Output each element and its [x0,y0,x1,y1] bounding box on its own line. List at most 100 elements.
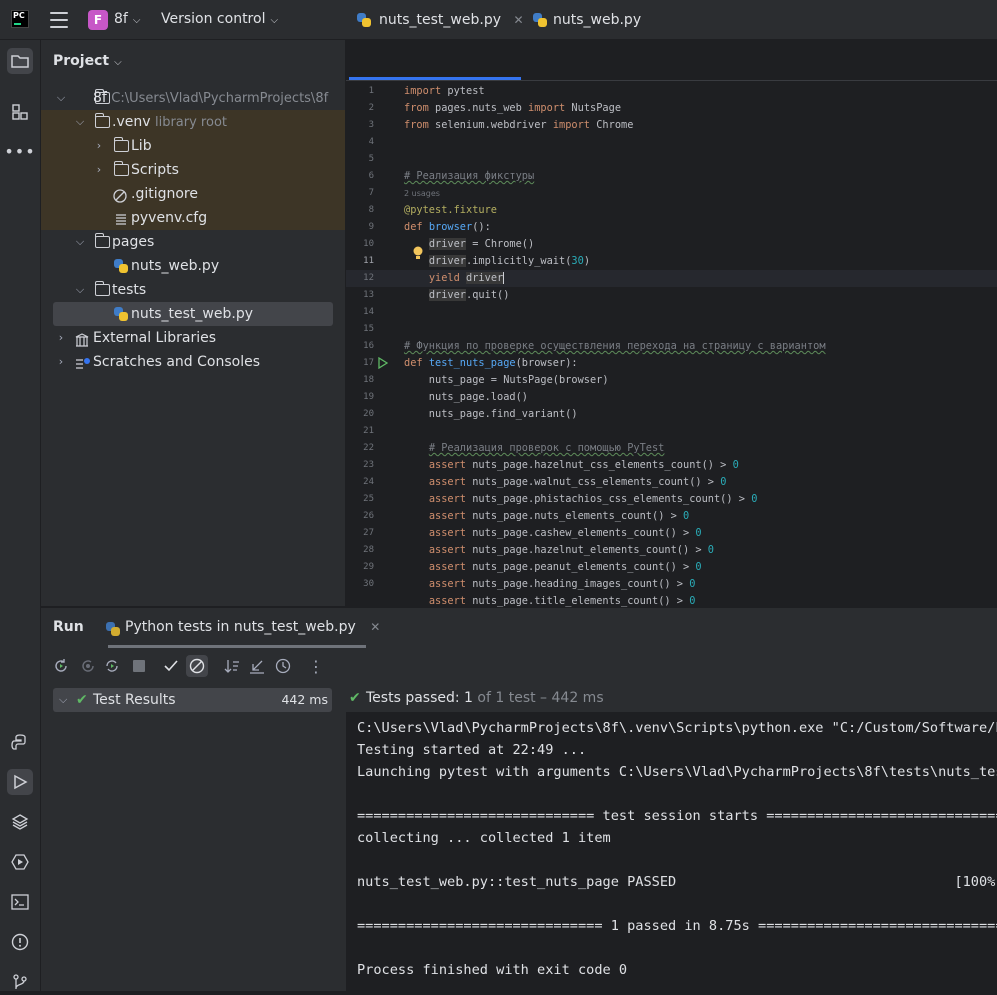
code-line-1[interactable]: import pytest [404,85,485,97]
tree-item-venv[interactable]: ⌵ .venv library root [41,110,345,134]
line-number[interactable]: 30 [346,579,374,589]
code-line-assert[interactable]: assert nuts_page.nuts_elements_count() >… [404,510,689,522]
tree-item-nuts-test-web[interactable]: nuts_test_web.py [41,302,345,326]
line-number[interactable]: 17 [346,358,374,368]
line-number[interactable]: 26 [346,511,374,521]
layers-icon[interactable] [7,809,33,835]
code-line-21[interactable]: # Реализация проверок с помощью PyTest [404,442,665,454]
line-number[interactable]: 10 [346,239,374,249]
show-passed-icon[interactable] [160,655,182,677]
line-number[interactable]: 22 [346,443,374,453]
line-number[interactable]: 9 [346,222,374,232]
project-badge[interactable]: F [88,10,108,30]
project-panel-title[interactable]: Project ⌵ [53,53,122,69]
chevron-right-icon[interactable]: › [55,326,67,350]
code-line-3[interactable]: from selenium.webdriver import Chrome [404,119,633,131]
line-number[interactable]: 21 [346,426,374,436]
toggle-auto-test-icon[interactable] [101,655,123,677]
tree-item-tests[interactable]: ⌵ tests [41,278,345,302]
code-line-assert[interactable]: assert nuts_page.peanut_elements_count()… [404,561,702,573]
code-line-6[interactable]: # Реализация фикстуры [404,170,534,182]
version-control-menu[interactable]: Version control ⌵ [161,11,278,27]
tree-item-gitignore[interactable]: .gitignore [41,182,345,206]
code-line-19[interactable]: nuts_page.find_variant() [404,408,578,420]
line-number[interactable]: 4 [346,137,374,147]
chevron-down-icon[interactable]: ⌵ [74,230,86,254]
tree-item-scripts[interactable]: › Scripts [41,158,345,182]
code-line-7[interactable]: @pytest.fixture [404,204,497,216]
code-line-assert[interactable]: assert nuts_page.hazelnut_elements_count… [404,544,714,556]
rerun-icon[interactable] [50,655,72,677]
sort-icon[interactable] [221,655,243,677]
line-number[interactable]: 14 [346,307,374,317]
tree-item-external-libraries[interactable]: › External Libraries [41,326,345,350]
chevron-right-icon[interactable]: › [93,134,105,158]
code-line-assert[interactable]: assert nuts_page.walnut_css_elements_cou… [404,476,727,488]
line-number[interactable]: 27 [346,528,374,538]
line-number[interactable]: 18 [346,375,374,385]
line-number[interactable]: 28 [346,545,374,555]
line-number[interactable]: 7 [346,188,374,198]
chevron-right-icon[interactable]: › [55,350,67,374]
code-line-2[interactable]: from pages.nuts_web import NutsPage [404,102,621,114]
more-tools-icon[interactable]: ••• [4,138,34,164]
test-history-icon[interactable] [272,655,294,677]
main-menu-icon[interactable] [50,12,68,28]
line-number[interactable]: 1 [346,86,374,96]
code-line-11[interactable]: yield driver [404,272,505,284]
run-panel-title[interactable]: Run [53,619,84,635]
pycharm-logo-icon[interactable]: PC [11,10,29,28]
project-folder-icon[interactable] [7,48,33,74]
code-line-assert[interactable]: assert nuts_page.phistachios_css_element… [404,493,758,505]
services-icon[interactable] [7,849,33,875]
code-line-12[interactable]: driver.quit() [404,289,509,301]
code-line-17[interactable]: nuts_page = NutsPage(browser) [404,374,609,386]
test-results-row[interactable]: ⌵ ✔ Test Results 442 ms [53,688,332,712]
close-icon[interactable]: ✕ [370,620,380,634]
code-line-assert[interactable]: assert nuts_page.heading_images_count() … [404,578,696,590]
usages-hint[interactable]: 2 usages [404,189,440,198]
run-test-gutter-icon[interactable] [378,356,389,370]
tree-item-pages[interactable]: ⌵ pages [41,230,345,254]
rerun-failed-icon[interactable] [77,655,99,677]
project-switcher[interactable]: 8f ⌵ [114,11,140,27]
chevron-down-icon[interactable]: ⌵ [55,86,67,110]
code-line-assert[interactable]: assert nuts_page.title_elements_count() … [404,595,696,607]
line-number[interactable]: 13 [346,290,374,300]
code-line-16[interactable]: def test_nuts_page(browser): [404,357,578,369]
chevron-down-icon[interactable]: ⌵ [74,110,86,134]
python-console-icon[interactable] [7,729,33,755]
tree-item-scratches[interactable]: › Scratches and Consoles [41,350,345,374]
line-number[interactable]: 2 [346,103,374,113]
git-icon[interactable] [7,969,33,995]
tab-nuts-web[interactable]: nuts_web.py [533,0,641,41]
code-line-8[interactable]: def browser(): [404,221,491,233]
line-number[interactable]: 11 [346,256,374,266]
line-number[interactable]: 12 [346,273,374,283]
line-number[interactable]: 23 [346,460,374,470]
chevron-down-icon[interactable]: ⌵ [59,688,67,712]
tree-item-pyvenv[interactable]: pyvenv.cfg [41,206,345,230]
tab-nuts-test-web[interactable]: nuts_test_web.py ✕ [357,0,524,41]
tab-run-config[interactable]: Python tests in nuts_test_web.py ✕ [106,619,380,636]
terminal-icon[interactable] [7,889,33,915]
line-number[interactable]: 3 [346,120,374,130]
code-line-assert[interactable]: assert nuts_page.cashew_elements_count()… [404,527,702,539]
line-number[interactable]: 19 [346,392,374,402]
stop-icon[interactable] [128,655,150,677]
chevron-right-icon[interactable]: › [93,158,105,182]
code-line-10[interactable]: driver.implicitly_wait(30) [404,255,590,267]
code-line-18[interactable]: nuts_page.load() [404,391,528,403]
more-options-icon[interactable]: ⋮ [305,655,327,677]
show-ignored-icon[interactable] [186,655,208,677]
line-number[interactable]: 29 [346,562,374,572]
run-icon[interactable] [7,769,33,795]
line-number[interactable]: 16 [346,341,374,351]
line-number[interactable]: 15 [346,324,374,334]
chevron-down-icon[interactable]: ⌵ [74,278,86,302]
structure-icon[interactable] [7,99,33,125]
code-line-15[interactable]: # Функция по проверке осуществления пере… [404,340,826,352]
line-number[interactable]: 25 [346,494,374,504]
line-number[interactable]: 24 [346,477,374,487]
tree-item-nuts-web[interactable]: nuts_web.py [41,254,345,278]
